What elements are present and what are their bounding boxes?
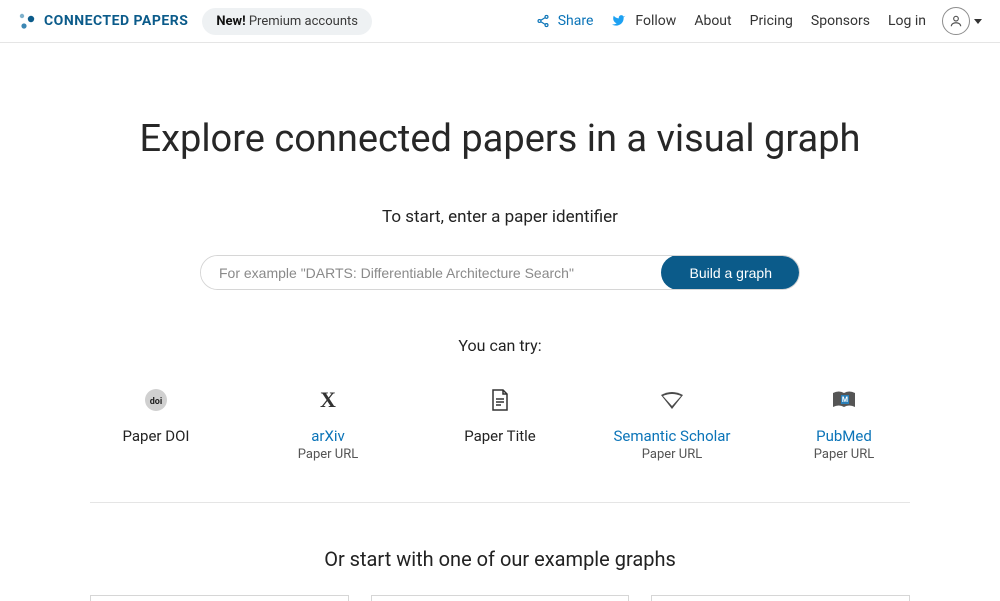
semantic-scholar-icon xyxy=(659,385,685,415)
identifier-options: doi Paper DOI X arXiv Paper URL Paper Ti… xyxy=(0,385,1000,462)
about-link[interactable]: About xyxy=(692,9,733,33)
option-doi[interactable]: doi Paper DOI xyxy=(70,385,242,462)
brand-logo[interactable]: CONNECTED PAPERS xyxy=(18,12,188,30)
doi-icon: doi xyxy=(144,385,168,415)
premium-badge-text: Premium accounts xyxy=(249,14,358,29)
option-pubmed[interactable]: M PubMed Paper URL xyxy=(758,385,930,462)
search-pill: Build a graph xyxy=(200,255,800,290)
chevron-down-icon xyxy=(974,19,982,24)
brand-text: CONNECTED PAPERS xyxy=(44,13,188,29)
hero: Explore connected papers in a visual gra… xyxy=(0,117,1000,601)
example-cards-row xyxy=(0,595,1000,601)
pubmed-icon: M xyxy=(831,385,857,415)
account-menu[interactable] xyxy=(942,7,982,35)
option-title-search[interactable]: Paper Title xyxy=(414,385,586,462)
subtitle: To start, enter a paper identifier xyxy=(0,207,1000,227)
document-icon xyxy=(490,385,510,415)
svg-text:M: M xyxy=(842,396,848,404)
option-arxiv[interactable]: X arXiv Paper URL xyxy=(242,385,414,462)
twitter-icon xyxy=(611,14,627,28)
option-sub: Paper URL xyxy=(642,447,702,462)
share-icon xyxy=(536,14,550,28)
follow-link[interactable]: Follow xyxy=(609,9,678,33)
svg-text:doi: doi xyxy=(150,397,163,407)
try-label: You can try: xyxy=(0,336,1000,355)
option-semantic-scholar[interactable]: Semantic Scholar Paper URL xyxy=(586,385,758,462)
option-title: PubMed xyxy=(816,427,872,445)
sponsors-link[interactable]: Sponsors xyxy=(809,9,872,33)
option-title: Semantic Scholar xyxy=(613,427,730,445)
divider xyxy=(90,502,910,503)
build-graph-button[interactable]: Build a graph xyxy=(661,255,800,290)
login-link[interactable]: Log in xyxy=(886,9,928,33)
example-card[interactable] xyxy=(90,595,349,601)
option-sub: Paper URL xyxy=(298,447,358,462)
option-title: Paper Title xyxy=(464,427,536,445)
page-title: Explore connected papers in a visual gra… xyxy=(0,117,1000,161)
share-link[interactable]: Share xyxy=(534,9,596,33)
pricing-link[interactable]: Pricing xyxy=(748,9,795,33)
avatar-icon xyxy=(942,7,970,35)
example-card[interactable] xyxy=(371,595,630,601)
premium-badge-tag: New! xyxy=(216,14,245,29)
examples-title: Or start with one of our example graphs xyxy=(0,547,1000,571)
search-input[interactable] xyxy=(201,256,662,289)
follow-label: Follow xyxy=(635,13,676,29)
option-title: Paper DOI xyxy=(123,427,190,445)
premium-badge[interactable]: New! Premium accounts xyxy=(202,8,372,35)
share-label: Share xyxy=(558,13,594,29)
topbar: CONNECTED PAPERS New! Premium accounts S… xyxy=(0,0,1000,43)
option-title: arXiv xyxy=(311,427,345,445)
option-sub: Paper URL xyxy=(814,447,874,462)
arxiv-icon: X xyxy=(320,385,336,415)
logo-icon xyxy=(18,12,36,30)
example-card[interactable] xyxy=(651,595,910,601)
